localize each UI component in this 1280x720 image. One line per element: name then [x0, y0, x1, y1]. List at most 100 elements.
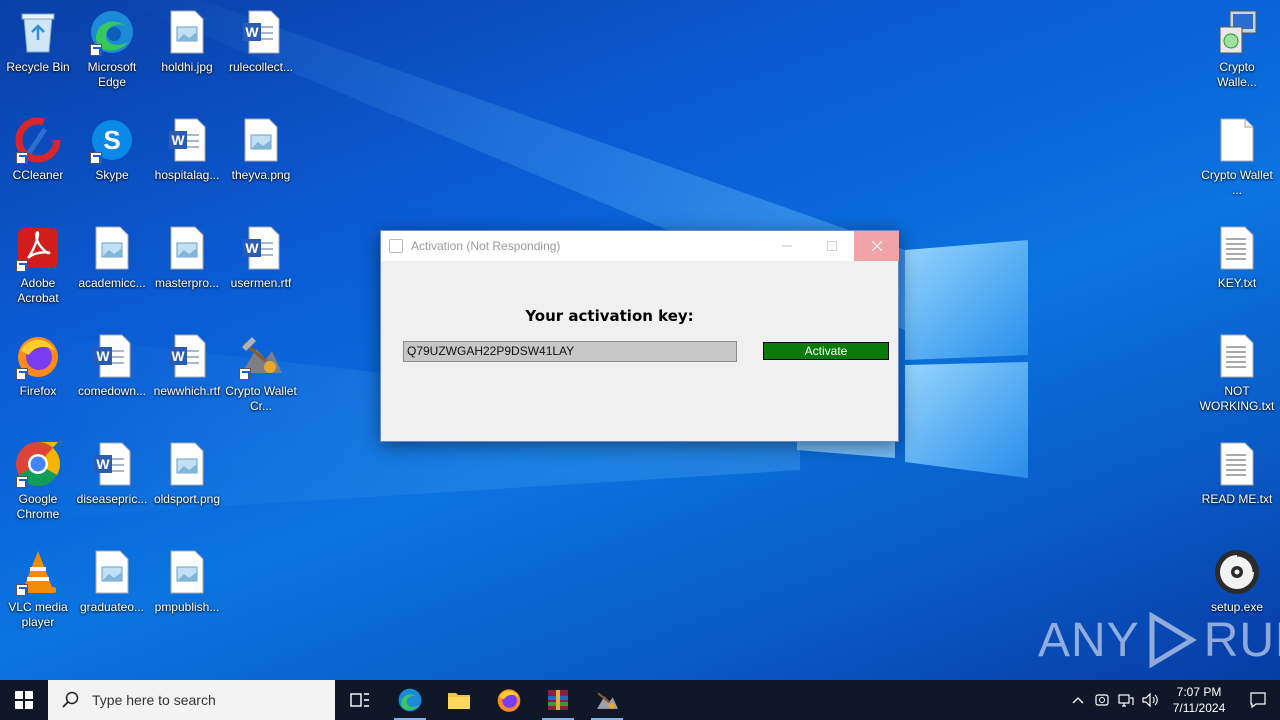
- activate-button[interactable]: Activate: [763, 342, 889, 360]
- anyrun-watermark: ANY RUN: [1038, 610, 1280, 670]
- desktop-icon-newwhich[interactable]: W newwhich.rtf: [149, 332, 225, 399]
- svg-text:W: W: [171, 132, 185, 148]
- taskbar-edge[interactable]: [386, 680, 434, 720]
- desktop-icon-not-working-txt[interactable]: NOT WORKING.txt: [1199, 332, 1275, 414]
- desktop-icon-label: VLC media player: [8, 600, 68, 629]
- taskbar-firefox[interactable]: [485, 680, 533, 720]
- activation-key-heading: Your activation key:: [525, 307, 694, 325]
- desktop-icon-label: rulecollect...: [228, 60, 294, 74]
- word-doc-icon: W: [237, 8, 285, 56]
- word-doc-icon: W: [163, 116, 211, 164]
- desktop-icon-label: Crypto Wallet Cr...: [225, 384, 297, 413]
- dialog-titlebar[interactable]: Activation (Not Responding): [381, 231, 899, 261]
- minimize-button[interactable]: [764, 231, 809, 261]
- crypto-wallet-icon: [597, 692, 618, 709]
- taskbar-winrar[interactable]: [534, 680, 582, 720]
- taskbar-search-box[interactable]: Type here to search: [48, 680, 335, 720]
- desktop-icon-read-me-txt[interactable]: READ ME.txt: [1199, 440, 1275, 507]
- desktop-icon-crypto-wallet-cr[interactable]: Crypto Wallet Cr...: [223, 332, 299, 414]
- minimize-icon: [781, 245, 792, 247]
- word-doc-icon: W: [163, 332, 211, 380]
- winrar-icon: [548, 690, 568, 710]
- desktop-icon-crypto-walle-installer[interactable]: Crypto Walle...: [1199, 8, 1275, 90]
- image-file-icon: [163, 440, 211, 488]
- desktop-icon-label: newwhich.rtf: [153, 384, 221, 398]
- word-doc-icon: W: [237, 224, 285, 272]
- desktop-icon-diseasepric[interactable]: W diseasepric...: [74, 440, 150, 507]
- meet-now-button[interactable]: [1090, 680, 1114, 720]
- image-file-icon: [88, 224, 136, 272]
- desktop-icon-comedown[interactable]: W comedown...: [74, 332, 150, 399]
- notifications-button[interactable]: [1236, 680, 1280, 720]
- clock-date: 7/11/2024: [1172, 701, 1226, 715]
- desktop-icon-crypto-wallet-file[interactable]: Crypto Wallet ...: [1199, 116, 1275, 198]
- desktop-icon-holdhi[interactable]: holdhi.jpg: [149, 8, 225, 75]
- network-icon: [1118, 694, 1134, 707]
- desktop-icon-firefox[interactable]: Firefox: [0, 332, 76, 399]
- desktop-icon-graduateo[interactable]: graduateo...: [74, 548, 150, 615]
- crypto-wallet-icon: [237, 332, 285, 380]
- image-file-icon: [163, 8, 211, 56]
- desktop-icon-label: diseasepric...: [76, 492, 148, 506]
- desktop-icon-label: academicc...: [78, 276, 146, 290]
- show-hidden-icons-button[interactable]: [1066, 680, 1090, 720]
- edge-icon: [88, 8, 136, 56]
- desktop-icon-label: Adobe Acrobat: [17, 276, 59, 305]
- network-button[interactable]: [1114, 680, 1138, 720]
- taskbar-crypto-wallet[interactable]: [583, 680, 631, 720]
- watermark-text-right: RUN: [1203, 613, 1280, 667]
- desktop-icon-label: graduateo...: [79, 600, 145, 614]
- start-button[interactable]: [0, 680, 48, 720]
- activation-key-field[interactable]: Q79UZWGAH22P9DSW41LAY: [403, 341, 737, 362]
- search-placeholder: Type here to search: [92, 692, 216, 708]
- image-file-icon: [237, 116, 285, 164]
- app-icon: [389, 239, 403, 253]
- system-tray: 7:07 PM 7/11/2024: [1066, 680, 1280, 720]
- desktop-icon-label: comedown...: [77, 384, 147, 398]
- desktop-icon-usermen[interactable]: W usermen.rtf: [223, 224, 299, 291]
- svg-text:W: W: [245, 240, 259, 256]
- desktop-icon-label: holdhi.jpg: [161, 60, 213, 74]
- desktop-icon-rulecollect[interactable]: W rulecollect...: [223, 8, 299, 75]
- close-icon: [871, 241, 882, 251]
- watermark-text-left: ANY: [1038, 613, 1140, 667]
- windows-logo-icon: [15, 691, 33, 709]
- desktop-icon-skype[interactable]: S Skype: [74, 116, 150, 183]
- desktop-icon-key-txt[interactable]: KEY.txt: [1199, 224, 1275, 291]
- desktop-icon-vlc[interactable]: VLC media player: [0, 548, 76, 630]
- close-button[interactable]: [854, 231, 899, 261]
- taskbar-clock[interactable]: 7:07 PM 7/11/2024: [1162, 684, 1236, 716]
- skype-icon: S: [88, 116, 136, 164]
- desktop-icon-setup-exe[interactable]: setup.exe: [1199, 548, 1275, 615]
- word-doc-icon: W: [88, 332, 136, 380]
- play-logo-icon: [1149, 611, 1197, 669]
- task-view-button[interactable]: [336, 680, 384, 720]
- desktop-icon-label: Recycle Bin: [6, 60, 70, 74]
- desktop-icon-google-chrome[interactable]: Google Chrome: [0, 440, 76, 522]
- desktop-icon-pmpublish[interactable]: pmpublish...: [149, 548, 225, 615]
- edge-icon: [398, 688, 422, 712]
- desktop-icon-academicc[interactable]: academicc...: [74, 224, 150, 291]
- firefox-icon: [14, 332, 62, 380]
- desktop-icon-hospitalag[interactable]: W hospitalag...: [149, 116, 225, 183]
- desktop-icon-adobe-acrobat[interactable]: Adobe Acrobat: [0, 224, 76, 306]
- desktop-icon-masterpro[interactable]: masterpro...: [149, 224, 225, 291]
- desktop-icon-theyva[interactable]: theyva.png: [223, 116, 299, 183]
- desktop-icon-label: CCleaner: [12, 168, 64, 182]
- desktop-icon-oldsport[interactable]: oldsport.png: [149, 440, 225, 507]
- desktop-icon-label: pmpublish...: [154, 600, 220, 614]
- desktop-icon-label: oldsport.png: [153, 492, 221, 506]
- maximize-button[interactable]: [809, 231, 854, 261]
- svg-text:W: W: [245, 24, 259, 40]
- disc-setup-icon: [1213, 548, 1261, 596]
- desktop-icon-recycle-bin[interactable]: Recycle Bin: [0, 8, 76, 75]
- chrome-icon: [14, 440, 62, 488]
- volume-button[interactable]: [1138, 680, 1162, 720]
- firefox-icon: [497, 689, 521, 712]
- notification-icon: [1250, 692, 1266, 709]
- desktop-icon-ccleaner[interactable]: CCleaner: [0, 116, 76, 183]
- desktop-icon-microsoft-edge[interactable]: Microsoft Edge: [74, 8, 150, 90]
- desktop-icon-label: KEY.txt: [1217, 276, 1257, 290]
- taskbar-file-explorer[interactable]: [435, 680, 483, 720]
- text-file-icon: [1213, 224, 1261, 272]
